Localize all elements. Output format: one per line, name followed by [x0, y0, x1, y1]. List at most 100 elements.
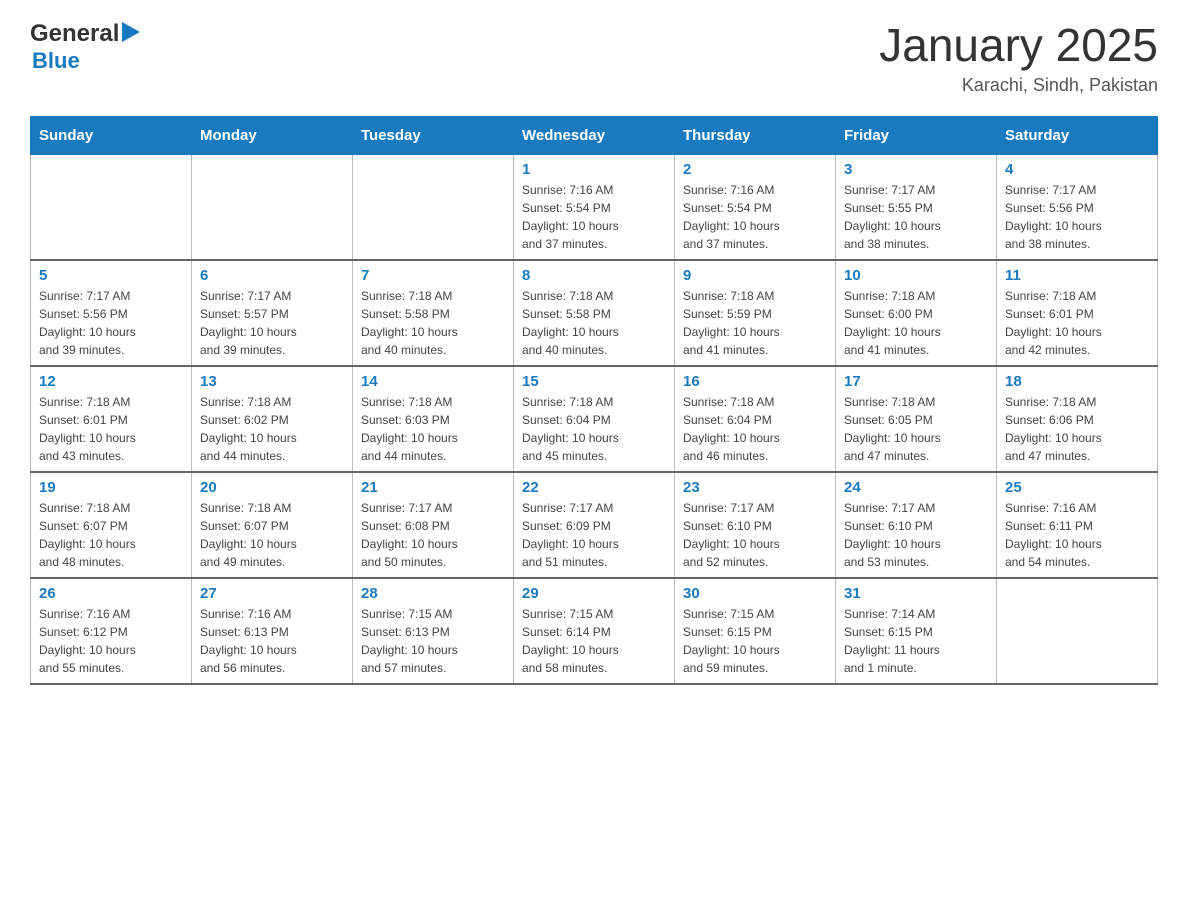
calendar-cell: 7 Sunrise: 7:18 AMSunset: 5:58 PMDaylight…: [353, 260, 514, 366]
calendar-cell: 24 Sunrise: 7:17 AMSunset: 6:10 PMDayligh…: [836, 472, 997, 578]
day-number: 24: [844, 479, 988, 496]
title-area: January 2025 Karachi, Sindh, Pakistan: [879, 20, 1158, 96]
calendar-cell: [31, 154, 192, 260]
day-number: 15: [522, 373, 666, 390]
calendar-cell: 1Sunrise: 7:16 AMSunset: 5:54 PMDaylight…: [514, 154, 675, 260]
calendar-week-row: 5 Sunrise: 7:17 AMSunset: 5:56 PMDaylight…: [31, 260, 1158, 366]
calendar-cell: 26Sunrise: 7:16 AMSunset: 6:12 PMDayligh…: [31, 578, 192, 684]
logo-general-text: General: [30, 20, 119, 48]
calendar-cell: 18 Sunrise: 7:18 AMSunset: 6:06 PMDayligh…: [997, 366, 1158, 472]
day-number: 26: [39, 585, 183, 602]
day-info: Sunrise: 7:18 AMSunset: 6:01 PMDaylight:…: [39, 393, 183, 465]
calendar-header-tuesday: Tuesday: [353, 116, 514, 154]
day-number: 27: [200, 585, 344, 602]
day-info: Sunrise: 7:16 AMSunset: 6:13 PMDaylight:…: [200, 605, 344, 677]
day-number: 14: [361, 373, 505, 390]
calendar-cell: 21Sunrise: 7:17 AMSunset: 6:08 PMDayligh…: [353, 472, 514, 578]
calendar-cell: 25Sunrise: 7:16 AMSunset: 6:11 PMDayligh…: [997, 472, 1158, 578]
calendar-cell: 12 Sunrise: 7:18 AMSunset: 6:01 PMDayligh…: [31, 366, 192, 472]
day-info: Sunrise: 7:18 AMSunset: 6:06 PMDaylight:…: [1005, 393, 1149, 465]
day-number: 23: [683, 479, 827, 496]
calendar-cell: 30 Sunrise: 7:15 AMSunset: 6:15 PMDayligh…: [675, 578, 836, 684]
day-info: Sunrise: 7:17 AMSunset: 5:56 PMDaylight:…: [1005, 181, 1149, 253]
calendar-cell: 29 Sunrise: 7:15 AMSunset: 6:14 PMDayligh…: [514, 578, 675, 684]
day-info: Sunrise: 7:17 AMSunset: 6:10 PMDaylight:…: [844, 499, 988, 571]
day-number: 18: [1005, 373, 1149, 390]
calendar-cell: 2Sunrise: 7:16 AMSunset: 5:54 PMDaylight…: [675, 154, 836, 260]
day-number: 12: [39, 373, 183, 390]
calendar-cell: 17 Sunrise: 7:18 AMSunset: 6:05 PMDayligh…: [836, 366, 997, 472]
day-number: 9: [683, 267, 827, 284]
day-number: 20: [200, 479, 344, 496]
calendar-header-monday: Monday: [192, 116, 353, 154]
day-info: Sunrise: 7:18 AMSunset: 6:01 PMDaylight:…: [1005, 287, 1149, 359]
day-info: Sunrise: 7:17 AMSunset: 6:08 PMDaylight:…: [361, 499, 505, 571]
calendar-cell: 16Sunrise: 7:18 AMSunset: 6:04 PMDayligh…: [675, 366, 836, 472]
calendar-header-friday: Friday: [836, 116, 997, 154]
calendar-cell: 14 Sunrise: 7:18 AMSunset: 6:03 PMDayligh…: [353, 366, 514, 472]
day-info: Sunrise: 7:18 AMSunset: 6:07 PMDaylight:…: [39, 499, 183, 571]
day-info: Sunrise: 7:18 AMSunset: 6:05 PMDaylight:…: [844, 393, 988, 465]
day-info: Sunrise: 7:17 AMSunset: 5:57 PMDaylight:…: [200, 287, 344, 359]
calendar-cell: 28 Sunrise: 7:15 AMSunset: 6:13 PMDayligh…: [353, 578, 514, 684]
day-number: 19: [39, 479, 183, 496]
logo-blue-text: Blue: [32, 48, 80, 74]
calendar-cell: 4 Sunrise: 7:17 AMSunset: 5:56 PMDaylight…: [997, 154, 1158, 260]
day-number: 6: [200, 267, 344, 284]
day-number: 28: [361, 585, 505, 602]
day-info: Sunrise: 7:17 AMSunset: 5:56 PMDaylight:…: [39, 287, 183, 359]
day-number: 5: [39, 267, 183, 284]
day-info: Sunrise: 7:15 AMSunset: 6:15 PMDaylight:…: [683, 605, 827, 677]
calendar-cell: 19 Sunrise: 7:18 AMSunset: 6:07 PMDayligh…: [31, 472, 192, 578]
calendar-cell: [353, 154, 514, 260]
day-info: Sunrise: 7:18 AMSunset: 6:07 PMDaylight:…: [200, 499, 344, 571]
page-header: General Blue January 2025 Karachi, Sindh…: [30, 20, 1158, 96]
calendar-cell: 15 Sunrise: 7:18 AMSunset: 6:04 PMDayligh…: [514, 366, 675, 472]
day-info: Sunrise: 7:17 AMSunset: 5:55 PMDaylight:…: [844, 181, 988, 253]
day-info: Sunrise: 7:18 AMSunset: 6:04 PMDaylight:…: [683, 393, 827, 465]
day-number: 29: [522, 585, 666, 602]
calendar-cell: 22Sunrise: 7:17 AMSunset: 6:09 PMDayligh…: [514, 472, 675, 578]
calendar-cell: 11Sunrise: 7:18 AMSunset: 6:01 PMDayligh…: [997, 260, 1158, 366]
day-info: Sunrise: 7:15 AMSunset: 6:13 PMDaylight:…: [361, 605, 505, 677]
calendar-header-thursday: Thursday: [675, 116, 836, 154]
calendar-cell: 3 Sunrise: 7:17 AMSunset: 5:55 PMDaylight…: [836, 154, 997, 260]
day-info: Sunrise: 7:16 AMSunset: 5:54 PMDaylight:…: [683, 181, 827, 253]
calendar-week-row: 1 Sunrise: 7:16 AMSunset: 5:54 PMDaylight…: [31, 154, 1158, 260]
calendar-week-row: 12 Sunrise: 7:18 AMSunset: 6:01 PMDayligh…: [31, 366, 1158, 472]
calendar-cell: 9 Sunrise: 7:18 AMSunset: 5:59 PMDaylight…: [675, 260, 836, 366]
calendar-cell: [192, 154, 353, 260]
day-info: Sunrise: 7:18 AMSunset: 6:00 PMDaylight:…: [844, 287, 988, 359]
day-number: 30: [683, 585, 827, 602]
calendar-cell: 5 Sunrise: 7:17 AMSunset: 5:56 PMDaylight…: [31, 260, 192, 366]
calendar-header-row: SundayMondayTuesdayWednesdayThursdayFrid…: [31, 116, 1158, 154]
day-number: 17: [844, 373, 988, 390]
day-info: Sunrise: 7:18 AMSunset: 6:03 PMDaylight:…: [361, 393, 505, 465]
day-number: 25: [1005, 479, 1149, 496]
day-info: Sunrise: 7:18 AMSunset: 5:58 PMDaylight:…: [361, 287, 505, 359]
day-info: Sunrise: 7:18 AMSunset: 6:04 PMDaylight:…: [522, 393, 666, 465]
calendar-header-saturday: Saturday: [997, 116, 1158, 154]
calendar-cell: 10Sunrise: 7:18 AMSunset: 6:00 PMDayligh…: [836, 260, 997, 366]
day-info: Sunrise: 7:15 AMSunset: 6:14 PMDaylight:…: [522, 605, 666, 677]
day-number: 8: [522, 267, 666, 284]
calendar-header-wednesday: Wednesday: [514, 116, 675, 154]
calendar-table: SundayMondayTuesdayWednesdayThursdayFrid…: [30, 116, 1158, 685]
day-info: Sunrise: 7:17 AMSunset: 6:09 PMDaylight:…: [522, 499, 666, 571]
calendar-week-row: 19 Sunrise: 7:18 AMSunset: 6:07 PMDayligh…: [31, 472, 1158, 578]
calendar-week-row: 26Sunrise: 7:16 AMSunset: 6:12 PMDayligh…: [31, 578, 1158, 684]
calendar-cell: 31Sunrise: 7:14 AMSunset: 6:15 PMDayligh…: [836, 578, 997, 684]
calendar-cell: 8Sunrise: 7:18 AMSunset: 5:58 PMDaylight…: [514, 260, 675, 366]
day-info: Sunrise: 7:18 AMSunset: 5:59 PMDaylight:…: [683, 287, 827, 359]
logo: General Blue: [30, 20, 141, 74]
day-info: Sunrise: 7:14 AMSunset: 6:15 PMDaylight:…: [844, 605, 988, 677]
day-number: 1: [522, 161, 666, 178]
day-number: 4: [1005, 161, 1149, 178]
calendar-cell: 23Sunrise: 7:17 AMSunset: 6:10 PMDayligh…: [675, 472, 836, 578]
calendar-cell: [997, 578, 1158, 684]
day-number: 7: [361, 267, 505, 284]
day-info: Sunrise: 7:18 AMSunset: 6:02 PMDaylight:…: [200, 393, 344, 465]
calendar-cell: 6 Sunrise: 7:17 AMSunset: 5:57 PMDaylight…: [192, 260, 353, 366]
calendar-cell: 20 Sunrise: 7:18 AMSunset: 6:07 PMDayligh…: [192, 472, 353, 578]
day-number: 3: [844, 161, 988, 178]
